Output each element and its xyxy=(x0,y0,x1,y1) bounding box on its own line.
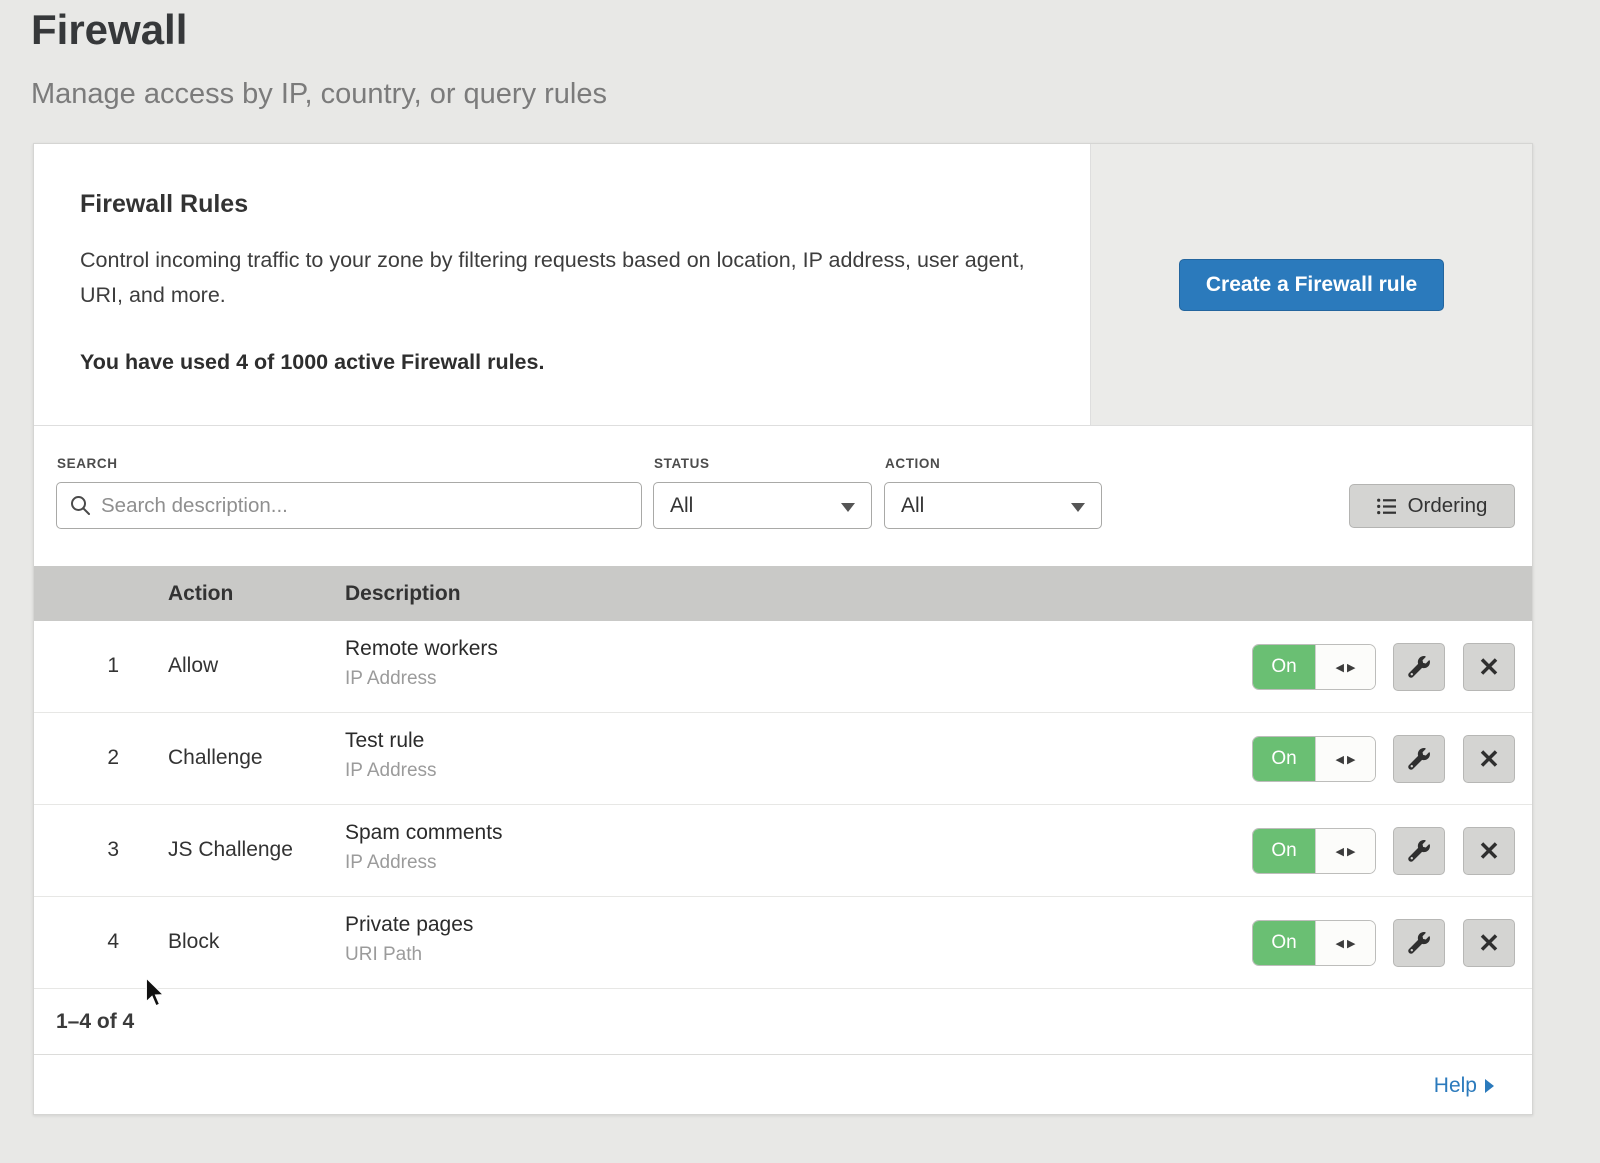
close-icon: ✕ xyxy=(1478,930,1500,956)
column-header-action: Action xyxy=(168,582,233,606)
rule-match-type: IP Address xyxy=(345,852,503,874)
chevron-down-icon xyxy=(841,503,855,512)
rule-index: 1 xyxy=(89,654,119,678)
page-subtitle: Manage access by IP, country, or query r… xyxy=(31,78,607,111)
table-header: Action Description xyxy=(34,566,1532,621)
status-label: STATUS xyxy=(654,456,710,471)
rule-index: 3 xyxy=(89,838,119,862)
toggle-on-label: On xyxy=(1253,645,1315,689)
rule-enabled-toggle[interactable]: On ◀▶ xyxy=(1252,736,1376,782)
edit-rule-button[interactable] xyxy=(1393,643,1445,691)
rule-description-title: Test rule xyxy=(345,729,437,753)
section-description: Control incoming traffic to your zone by… xyxy=(80,243,1040,314)
column-header-description: Description xyxy=(345,582,461,606)
table-row: 2 Challenge Test rule IP Address On ◀▶ ✕ xyxy=(34,713,1532,805)
wrench-icon xyxy=(1408,932,1430,954)
action-label: ACTION xyxy=(885,456,940,471)
status-select[interactable]: All xyxy=(653,482,872,529)
rule-match-type: URI Path xyxy=(345,944,473,966)
arrow-right-icon xyxy=(1485,1079,1494,1093)
search-icon xyxy=(70,495,91,516)
delete-rule-button[interactable]: ✕ xyxy=(1463,643,1515,691)
section-heading: Firewall Rules xyxy=(80,190,1044,219)
toggle-on-label: On xyxy=(1253,737,1315,781)
page-title: Firewall xyxy=(31,6,187,54)
toggle-handle-icon: ◀▶ xyxy=(1315,737,1375,781)
help-link-label: Help xyxy=(1434,1074,1477,1098)
create-firewall-rule-button[interactable]: Create a Firewall rule xyxy=(1179,259,1444,311)
edit-rule-button[interactable] xyxy=(1393,827,1445,875)
wrench-icon xyxy=(1408,840,1430,862)
toggle-handle-icon: ◀▶ xyxy=(1315,829,1375,873)
wrench-icon xyxy=(1408,656,1430,678)
close-icon: ✕ xyxy=(1478,746,1500,772)
rule-index: 2 xyxy=(89,746,119,770)
help-link[interactable]: Help xyxy=(1434,1074,1494,1098)
intro-section: Firewall Rules Control incoming traffic … xyxy=(34,144,1090,425)
rule-match-type: IP Address xyxy=(345,668,498,690)
search-input[interactable] xyxy=(56,482,642,529)
edit-rule-button[interactable] xyxy=(1393,735,1445,783)
rule-action: Block xyxy=(168,930,219,954)
rule-action: Challenge xyxy=(168,746,263,770)
chevron-down-icon xyxy=(1071,503,1085,512)
toggle-on-label: On xyxy=(1253,829,1315,873)
delete-rule-button[interactable]: ✕ xyxy=(1463,919,1515,967)
action-select-value: All xyxy=(901,494,924,518)
rule-description-title: Remote workers xyxy=(345,637,498,661)
pagination-count: 1–4 of 4 xyxy=(56,1010,134,1034)
rule-description: Remote workers IP Address xyxy=(345,637,498,690)
card-top-section: Firewall Rules Control incoming traffic … xyxy=(34,144,1532,426)
toggle-handle-icon: ◀▶ xyxy=(1315,645,1375,689)
close-icon: ✕ xyxy=(1478,654,1500,680)
table-row: 1 Allow Remote workers IP Address On ◀▶ … xyxy=(34,621,1532,713)
rule-description: Spam comments IP Address xyxy=(345,821,503,874)
rule-action: JS Challenge xyxy=(168,838,293,862)
table-footer: 1–4 of 4 xyxy=(34,989,1532,1055)
ordering-button[interactable]: Ordering xyxy=(1349,484,1515,528)
rule-description-title: Spam comments xyxy=(345,821,503,845)
rule-description-title: Private pages xyxy=(345,913,473,937)
ordering-button-label: Ordering xyxy=(1408,494,1488,518)
delete-rule-button[interactable]: ✕ xyxy=(1463,827,1515,875)
rule-action: Allow xyxy=(168,654,218,678)
filters-bar: SEARCH STATUS ACTION All All xyxy=(34,426,1532,566)
rule-index: 4 xyxy=(89,930,119,954)
list-ordering-icon xyxy=(1377,498,1397,515)
wrench-icon xyxy=(1408,748,1430,770)
rule-match-type: IP Address xyxy=(345,760,437,782)
rule-enabled-toggle[interactable]: On ◀▶ xyxy=(1252,828,1376,874)
search-field-wrap xyxy=(56,482,642,529)
search-label: SEARCH xyxy=(57,456,118,471)
firewall-rules-card: Firewall Rules Control incoming traffic … xyxy=(33,143,1533,1115)
delete-rule-button[interactable]: ✕ xyxy=(1463,735,1515,783)
create-rule-panel: Create a Firewall rule xyxy=(1090,144,1532,425)
usage-summary: You have used 4 of 1000 active Firewall … xyxy=(80,350,1044,375)
close-icon: ✕ xyxy=(1478,838,1500,864)
toggle-on-label: On xyxy=(1253,921,1315,965)
table-row: 4 Block Private pages URI Path On ◀▶ ✕ xyxy=(34,897,1532,989)
toggle-handle-icon: ◀▶ xyxy=(1315,921,1375,965)
rule-description: Test rule IP Address xyxy=(345,729,437,782)
table-row: 3 JS Challenge Spam comments IP Address … xyxy=(34,805,1532,897)
rule-enabled-toggle[interactable]: On ◀▶ xyxy=(1252,644,1376,690)
help-row: Help xyxy=(34,1055,1532,1117)
rule-enabled-toggle[interactable]: On ◀▶ xyxy=(1252,920,1376,966)
status-select-value: All xyxy=(670,494,693,518)
rule-description: Private pages URI Path xyxy=(345,913,473,966)
action-select[interactable]: All xyxy=(884,482,1102,529)
edit-rule-button[interactable] xyxy=(1393,919,1445,967)
